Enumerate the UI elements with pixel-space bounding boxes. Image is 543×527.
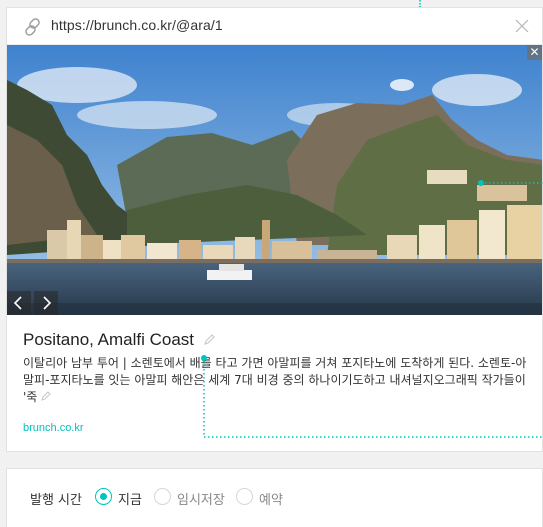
url-bar: https://brunch.co.kr/@ara/1 <box>7 8 542 45</box>
chevron-right-icon <box>43 296 52 310</box>
link-icon <box>25 18 40 36</box>
edit-title-pencil-icon[interactable] <box>202 333 216 347</box>
chevron-left-icon <box>13 296 22 310</box>
article-description[interactable]: 이탈리아 남부 투어 | 소렌토에서 배를 타고 가면 아말피를 거쳐 포지타노… <box>23 355 531 406</box>
option-schedule-label[interactable]: 예약 <box>259 489 283 508</box>
url-text[interactable]: https://brunch.co.kr/@ara/1 <box>51 17 223 33</box>
article-source-link[interactable]: brunch.co.kr <box>23 422 84 434</box>
radio-publish-now[interactable] <box>95 488 112 505</box>
positano-photo <box>7 45 542 315</box>
article-title[interactable]: Positano, Amalfi Coast <box>23 330 194 350</box>
article-cover-image: ✕ <box>7 45 542 315</box>
image-next-button[interactable] <box>34 291 58 315</box>
image-close-button[interactable]: ✕ <box>527 45 542 60</box>
image-prev-button[interactable] <box>7 291 31 315</box>
publish-time-label: 발행 시간 <box>30 493 82 508</box>
option-publish-now-label[interactable]: 지금 <box>118 489 142 508</box>
edit-description-pencil-icon[interactable] <box>40 390 52 402</box>
link-preview-card: https://brunch.co.kr/@ara/1 ✕ Positano, … <box>6 7 543 452</box>
publish-settings-bar: 발행 시간 지금 임시저장 예약 <box>6 468 543 527</box>
article-description-text: 이탈리아 남부 투어 | 소렌토에서 배를 타고 가면 아말피를 거쳐 포지타노… <box>23 356 527 404</box>
close-icon[interactable] <box>510 14 534 38</box>
radio-save-draft[interactable] <box>154 488 171 505</box>
option-save-draft-label[interactable]: 임시저장 <box>177 489 225 508</box>
radio-schedule[interactable] <box>236 488 253 505</box>
